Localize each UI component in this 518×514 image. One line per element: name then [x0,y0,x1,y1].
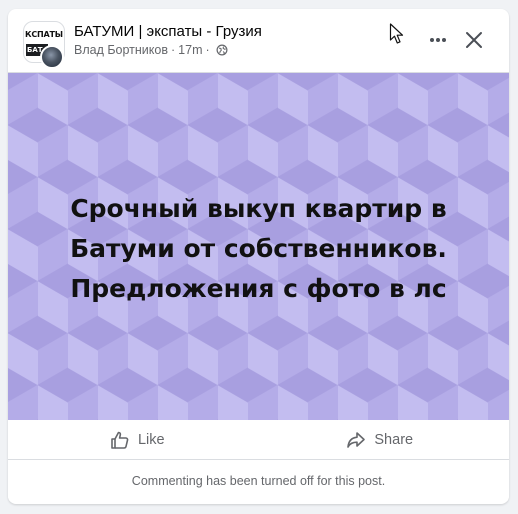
author-name-link[interactable]: Влад Бортников [74,43,168,57]
meta-separator-2: · [205,43,210,57]
share-label: Share [374,431,414,448]
post-header: КСПАТЫ БАТ БАТУМИ | экспаты - Грузия Вла… [8,9,509,73]
post-actions-bar: Like Share [8,420,509,460]
more-options-button[interactable] [420,26,456,54]
close-icon [466,32,482,48]
thumbs-up-icon [111,431,129,449]
image-text-line: Батуми от собственников. [70,233,447,263]
more-icon [430,38,446,42]
like-label: Like [137,431,165,448]
post-time-link[interactable]: 17m [178,43,202,57]
close-button[interactable] [458,24,490,56]
post-image[interactable]: Срочный выкуп квартир в Батуми от собств… [8,73,509,420]
comments-disabled-notice: Commenting has been turned off for this … [8,461,509,501]
author-avatar[interactable] [40,45,64,69]
share-arrow-icon [347,431,366,448]
share-button[interactable]: Share [259,422,502,457]
post-dialog: КСПАТЫ БАТ БАТУМИ | экспаты - Грузия Вла… [8,9,509,504]
post-image-text: Срочный выкуп квартир в Батуми от собств… [70,189,447,309]
group-name-link[interactable]: БАТУМИ | экспаты - Грузия [74,23,262,40]
meta-separator: · [171,43,176,57]
mouse-cursor-icon [389,23,404,44]
like-button[interactable]: Like [16,422,259,457]
image-text-line: Предложения с фото в лс [70,273,447,303]
post-meta: Влад Бортников · 17m · [74,43,228,57]
image-text-line: Срочный выкуп квартир в [70,193,447,223]
avatar-logo-text-top: КСПАТЫ [25,30,63,39]
globe-icon[interactable] [216,44,228,56]
